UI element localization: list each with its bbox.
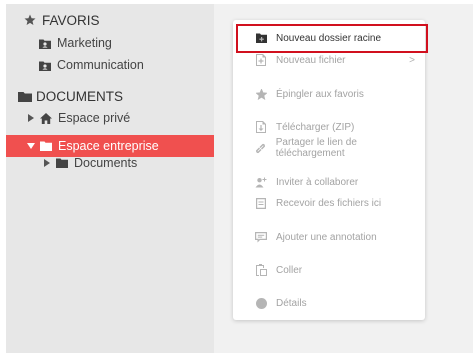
chevron-right-icon: >: [409, 54, 415, 66]
favorite-item-communication[interactable]: Communication: [6, 54, 214, 76]
menu-item-label: Coller: [276, 264, 303, 276]
documents-header-label: DOCUMENTS: [36, 88, 123, 104]
favorite-label: Marketing: [57, 36, 112, 50]
chevron-right-icon[interactable]: [26, 113, 36, 123]
favorites-header-label: FAVORIS: [42, 12, 100, 28]
add-user-icon: [255, 177, 267, 188]
folder-icon: [40, 140, 52, 152]
star-icon: [24, 14, 36, 26]
highlight-box: [236, 24, 428, 53]
sidebar: FAVORIS Marketing Communication DOCUMENT…: [6, 4, 214, 353]
menu-item-receive-files[interactable]: Recevoir des fichiers ici: [233, 192, 425, 214]
info-icon: [255, 297, 267, 309]
tree-item-espace-prive[interactable]: Espace privé: [6, 107, 214, 129]
chevron-right-icon[interactable]: [42, 158, 52, 168]
documents-header: DOCUMENTS: [6, 85, 214, 107]
tree-item-label: Espace privé: [58, 111, 131, 125]
menu-item-invite-collaborate[interactable]: Inviter à collaborer: [233, 171, 425, 193]
favorites-header: FAVORIS: [6, 9, 214, 31]
menu-item-label: Inviter à collaborer: [276, 176, 359, 188]
chevron-down-icon[interactable]: [26, 141, 36, 151]
menu-item-paste[interactable]: Coller: [233, 259, 425, 281]
tree-item-label: Espace entreprise: [58, 139, 159, 153]
menu-item-details[interactable]: Détails: [233, 292, 425, 314]
menu-item-download-zip[interactable]: Télécharger (ZIP): [233, 116, 425, 138]
favorite-label: Communication: [57, 58, 144, 72]
menu-item-label: Partager le lien de téléchargement: [275, 137, 357, 159]
menu-item-label: Ajouter une annotation: [276, 231, 377, 243]
menu-item-label: Télécharger (ZIP): [276, 121, 355, 133]
menu-item-pin-favorites[interactable]: Épingler aux favoris: [233, 83, 425, 105]
shared-folder-icon: [39, 37, 51, 49]
paste-icon: [255, 264, 267, 276]
star-icon: [255, 88, 267, 100]
menu-item-add-annotation[interactable]: Ajouter une annotation: [233, 226, 425, 248]
comment-icon: [255, 231, 267, 243]
folder-icon: [18, 90, 32, 102]
inbox-icon: [255, 197, 267, 209]
home-icon: [40, 112, 52, 124]
menu-item-label: Nouveau fichier: [276, 54, 346, 66]
menu-item-share-link[interactable]: Partager le lien de téléchargement: [233, 137, 425, 159]
tree-item-documents[interactable]: Documents: [6, 152, 214, 174]
link-icon: [255, 143, 267, 154]
context-menu: Nouveau dossier racine Nouveau fichier >…: [233, 20, 425, 320]
shared-folder-icon: [39, 59, 51, 71]
menu-item-label: Épingler aux favoris: [276, 88, 364, 100]
tree-item-label: Documents: [74, 156, 138, 170]
favorite-item-marketing[interactable]: Marketing: [6, 32, 214, 54]
download-icon: [255, 121, 267, 133]
menu-item-label: Détails: [276, 297, 307, 309]
folder-icon: [56, 157, 68, 169]
menu-item-label: Recevoir des fichiers ici: [276, 197, 382, 209]
new-file-icon: [255, 54, 267, 66]
